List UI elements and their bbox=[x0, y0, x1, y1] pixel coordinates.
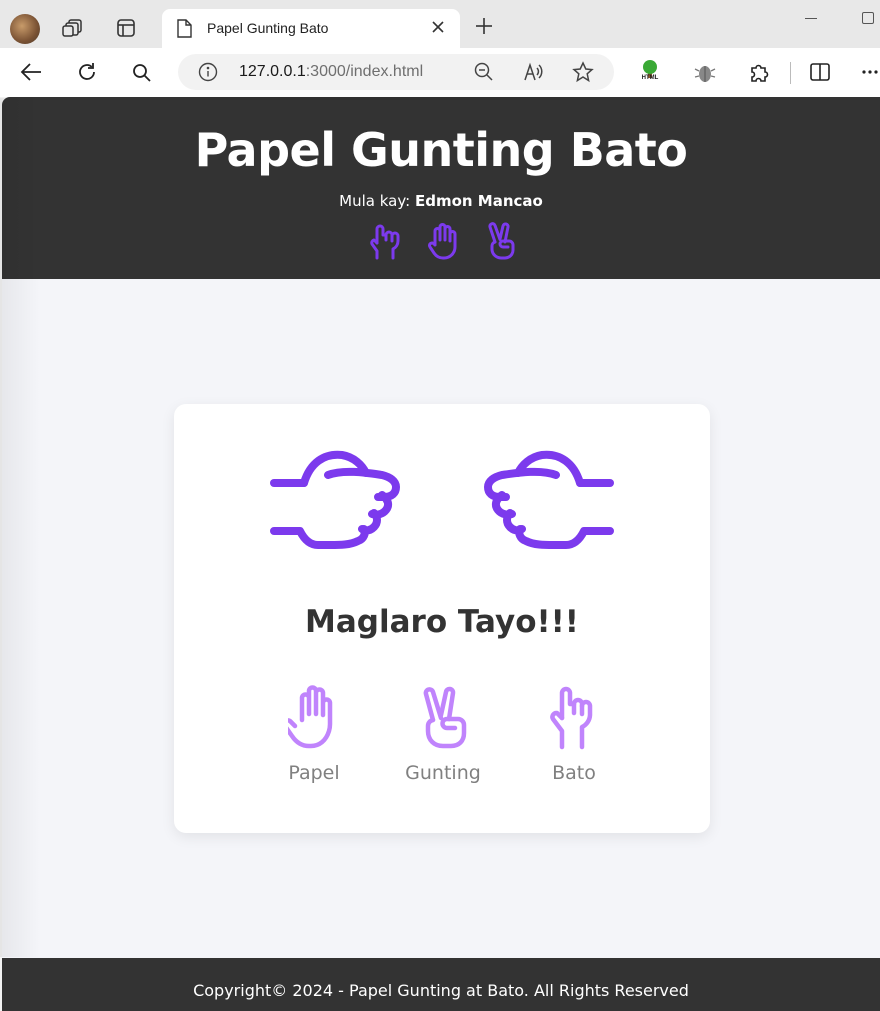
palm-icon bbox=[288, 685, 333, 749]
address-bar[interactable]: 127.0.0.1:3000/index.html bbox=[178, 54, 614, 90]
page-title: Papel Gunting Bato bbox=[194, 123, 688, 177]
maximize-button[interactable] bbox=[862, 12, 874, 24]
extensions-puzzle-icon[interactable] bbox=[748, 61, 770, 83]
game-card: Maglaro Tayo!!! Papel Gunting Bato bbox=[174, 404, 710, 833]
choice-bato-label: Bato bbox=[552, 762, 596, 784]
site-header: Papel Gunting Bato Mula kay: Edmon Manca… bbox=[2, 97, 880, 279]
split-screen-icon[interactable] bbox=[809, 62, 831, 82]
reload-icon[interactable] bbox=[76, 61, 98, 83]
peace-icon bbox=[488, 222, 515, 260]
fist-icon bbox=[550, 686, 593, 750]
new-tab-icon[interactable] bbox=[474, 16, 494, 40]
peace-icon bbox=[423, 686, 467, 749]
choice-papel-label: Papel bbox=[288, 762, 340, 784]
choice-gunting-button[interactable]: Gunting bbox=[398, 684, 488, 784]
zoom-out-icon[interactable] bbox=[474, 62, 494, 82]
active-tab[interactable]: Papel Gunting Bato bbox=[162, 9, 460, 48]
copyright-text: Copyright© 2024 - Papel Gunting at Bato.… bbox=[193, 981, 689, 1000]
choice-papel-button[interactable]: Papel bbox=[269, 684, 359, 784]
computer-hand-icon bbox=[484, 450, 614, 549]
read-aloud-icon[interactable] bbox=[522, 61, 544, 83]
url-text[interactable]: 127.0.0.1:3000/index.html bbox=[239, 63, 423, 81]
search-icon[interactable] bbox=[132, 63, 152, 83]
minimize-button[interactable] bbox=[805, 18, 817, 19]
fist-icon bbox=[370, 224, 400, 260]
back-icon[interactable] bbox=[20, 62, 42, 82]
favorite-star-icon[interactable] bbox=[572, 61, 594, 83]
browser-tab-bar: Papel Gunting Bato bbox=[0, 0, 880, 48]
page-icon bbox=[176, 19, 192, 38]
profile-avatar[interactable] bbox=[10, 14, 40, 44]
web-page: Papel Gunting Bato Mula kay: Edmon Manca… bbox=[2, 97, 880, 1011]
close-tab-icon[interactable] bbox=[426, 15, 450, 39]
toolbar-separator bbox=[790, 62, 791, 84]
palm-icon bbox=[428, 223, 457, 260]
vertical-tabs-icon[interactable] bbox=[116, 18, 136, 38]
html-extension-icon[interactable]: HTML bbox=[638, 60, 662, 81]
player-hand-icon bbox=[270, 450, 400, 549]
header-hand-icons bbox=[368, 221, 528, 261]
choice-gunting-label: Gunting bbox=[405, 762, 481, 784]
byline: Mula kay: Edmon Mancao bbox=[2, 192, 880, 210]
author-name: Edmon Mancao bbox=[414, 192, 543, 210]
site-info-icon[interactable] bbox=[198, 62, 218, 82]
game-status-text: Maglaro Tayo!!! bbox=[305, 604, 579, 640]
more-menu-icon[interactable] bbox=[862, 70, 878, 74]
tab-title: Papel Gunting Bato bbox=[207, 20, 329, 36]
site-footer: Copyright© 2024 - Papel Gunting at Bato.… bbox=[2, 958, 880, 1011]
html-extension-label: HTML bbox=[641, 75, 659, 81]
workspaces-icon[interactable] bbox=[62, 17, 84, 39]
byline-prefix: Mula kay: bbox=[339, 192, 411, 210]
browser-toolbar: 127.0.0.1:3000/index.html HTML bbox=[0, 48, 880, 98]
bug-extension-icon[interactable] bbox=[694, 62, 716, 84]
choice-bato-button[interactable]: Bato bbox=[529, 684, 619, 784]
